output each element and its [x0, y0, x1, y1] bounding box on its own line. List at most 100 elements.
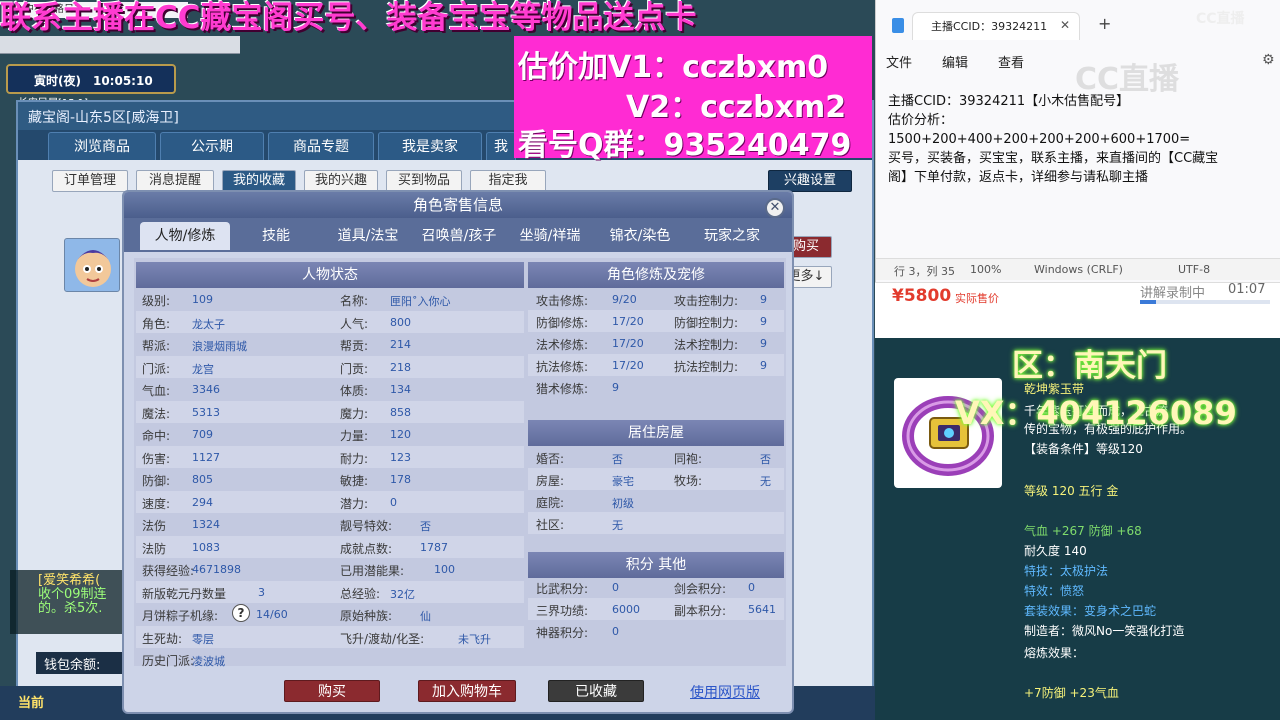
encoding: UTF-8 — [1178, 263, 1211, 276]
order-manage-button[interactable]: 订单管理 — [52, 170, 128, 192]
status-value: 龙太子 — [192, 317, 225, 331]
nav-tab-public[interactable]: 公示期 — [160, 132, 264, 160]
status-label: 飞升/渡劫/化圣: — [340, 631, 425, 646]
status-label: 法伤 — [142, 519, 167, 533]
zoom-level: 100% — [970, 263, 1002, 276]
status-label: 靓号特效: — [340, 519, 393, 533]
cult_rows-value: 9 — [760, 337, 767, 350]
status-label: 潜力: — [340, 496, 369, 511]
status-label: 已用潜能果: — [340, 564, 405, 578]
item-line: 等级 120 五行 金 — [1024, 484, 1119, 498]
chat-line: 的。杀5次. — [38, 601, 103, 616]
web-version-link[interactable]: 使用网页版 — [690, 682, 760, 702]
tab-mounts[interactable]: 坐骑/祥瑞 — [510, 222, 590, 250]
status-value: 4671898 — [192, 563, 241, 576]
status-value: 218 — [390, 360, 411, 374]
house_rows-value: 否 — [612, 453, 623, 466]
price-label: 实际售价 — [955, 292, 999, 305]
game-time: 寅时(夜) 10:05:10 — [6, 64, 176, 94]
nav-tab-seller[interactable]: 我是卖家 — [378, 132, 482, 160]
add-to-cart-button[interactable]: 加入购物车 — [418, 680, 516, 702]
status-label: 力量: — [340, 429, 369, 443]
status-label: 总经验: — [340, 586, 381, 601]
status-label: 原始种族: — [340, 609, 393, 623]
tab-pets[interactable]: 召唤兽/孩子 — [414, 222, 504, 250]
tab-items[interactable]: 道具/法宝 — [328, 222, 408, 250]
status-label: 门派: — [142, 361, 171, 376]
message-button[interactable]: 消息提醒 — [136, 170, 214, 192]
chat-box: [爱笑希希( 收个09制连 的。杀5次. — [10, 570, 130, 634]
status-label: 新版乾元丹数量 — [142, 586, 227, 601]
cult_rows-value: 9/20 — [612, 293, 637, 306]
status-label: 帮贡: — [340, 339, 369, 353]
item-line: 特技：太极护法 — [1024, 564, 1109, 578]
cult_rows-value: 17/20 — [612, 315, 644, 328]
cult_rows-label: 抗法控制力: — [674, 360, 739, 374]
favorited-button[interactable]: 已收藏 — [548, 680, 644, 702]
status-value: 100 — [434, 563, 455, 576]
channel-current[interactable]: 当前 — [18, 692, 44, 711]
status-value: 1127 — [192, 450, 220, 464]
zone-overlay: 区：南天门 — [1012, 348, 1167, 384]
item-line: 耐久度 140 — [1024, 544, 1087, 558]
new-tab-icon[interactable]: + — [1098, 14, 1111, 33]
buy-button[interactable]: 购买 — [284, 680, 380, 702]
menu-file[interactable]: 文件 — [886, 52, 912, 71]
chat-line: [爱笑希希( — [38, 573, 101, 588]
status-value: 123 — [390, 450, 411, 464]
status-label: 人气: — [340, 316, 369, 331]
tab-skills[interactable]: 技能 — [236, 222, 316, 250]
status-value: 32亿 — [390, 587, 415, 601]
close-icon[interactable]: ✕ — [765, 198, 785, 218]
tab-close-icon[interactable]: ✕ — [1060, 18, 1070, 32]
cult_rows-label: 猎术修炼: — [536, 382, 589, 396]
status-label: 敏捷: — [340, 474, 369, 488]
status-value: 14/60 — [256, 608, 288, 621]
status-value: 未飞升 — [458, 632, 491, 646]
points_rows-value: 6000 — [612, 603, 640, 616]
points_rows-label: 三界功绩: — [536, 604, 589, 618]
menu-view[interactable]: 查看 — [998, 52, 1024, 71]
price-amount: ¥5800 — [892, 286, 952, 306]
house_rows-value: 初级 — [612, 497, 634, 510]
points_rows-value: 0 — [612, 625, 619, 638]
tab-character[interactable]: 人物/修炼 — [140, 222, 230, 250]
status-value: 109 — [192, 293, 213, 306]
notepad-line: 估价分析： — [888, 113, 954, 128]
nav-tab-browse[interactable]: 浏览商品 — [48, 132, 156, 160]
bought-items-button[interactable]: 买到物品 — [386, 170, 462, 192]
status-value: 凌波城 — [192, 655, 225, 668]
line-ending: Windows (CRLF) — [1034, 263, 1123, 276]
house_rows-value: 无 — [612, 519, 623, 532]
my-favorites-button[interactable]: 我的收藏 — [222, 170, 296, 192]
status-label: 法防 — [142, 541, 167, 556]
cult_rows-value: 17/20 — [612, 359, 644, 372]
notepad-text[interactable]: 主播CCID：39324211【小木估售配号】 估价分析： 1500+200+4… — [888, 92, 1273, 252]
points_rows-value: 5641 — [748, 603, 776, 616]
row-bg — [528, 512, 784, 534]
interest-settings-button[interactable]: 兴趣设置 — [768, 170, 852, 192]
status-label: 级别: — [142, 294, 171, 308]
tab-home[interactable]: 玩家之家 — [690, 222, 774, 250]
my-interest-button[interactable]: 我的兴趣 — [304, 170, 378, 192]
notepad-tab[interactable]: 主播CCID：39324211 — [912, 12, 1080, 40]
points_rows-label: 比武积分: — [536, 582, 589, 596]
cult_rows-label: 攻击修炼: — [536, 294, 589, 308]
house_rows-value: 豪宅 — [612, 475, 634, 488]
menu-edit[interactable]: 编辑 — [942, 52, 968, 71]
cult_rows-label: 防御修炼: — [536, 316, 589, 330]
cult_rows-label: 法术控制力: — [674, 338, 739, 352]
gear-icon[interactable]: ⚙ — [1262, 52, 1275, 68]
tab-outfits[interactable]: 锦衣/染色 — [600, 222, 680, 250]
nav-tab-topics[interactable]: 商品专题 — [268, 132, 374, 160]
cult_rows-value: 9 — [760, 359, 767, 372]
nav-tab-mine[interactable]: 我 — [486, 132, 516, 160]
cult_rows-value: 9 — [612, 381, 619, 394]
cult_rows-label: 攻击控制力: — [674, 294, 739, 308]
assigned-me-button[interactable]: 指定我 — [470, 170, 546, 192]
house_rows-label: 庭院: — [536, 496, 565, 510]
house-header: 居住房屋 — [528, 420, 784, 446]
points_rows-label: 副本积分: — [674, 604, 727, 618]
help-icon[interactable]: ? — [232, 604, 250, 622]
status-value: 709 — [192, 428, 213, 441]
